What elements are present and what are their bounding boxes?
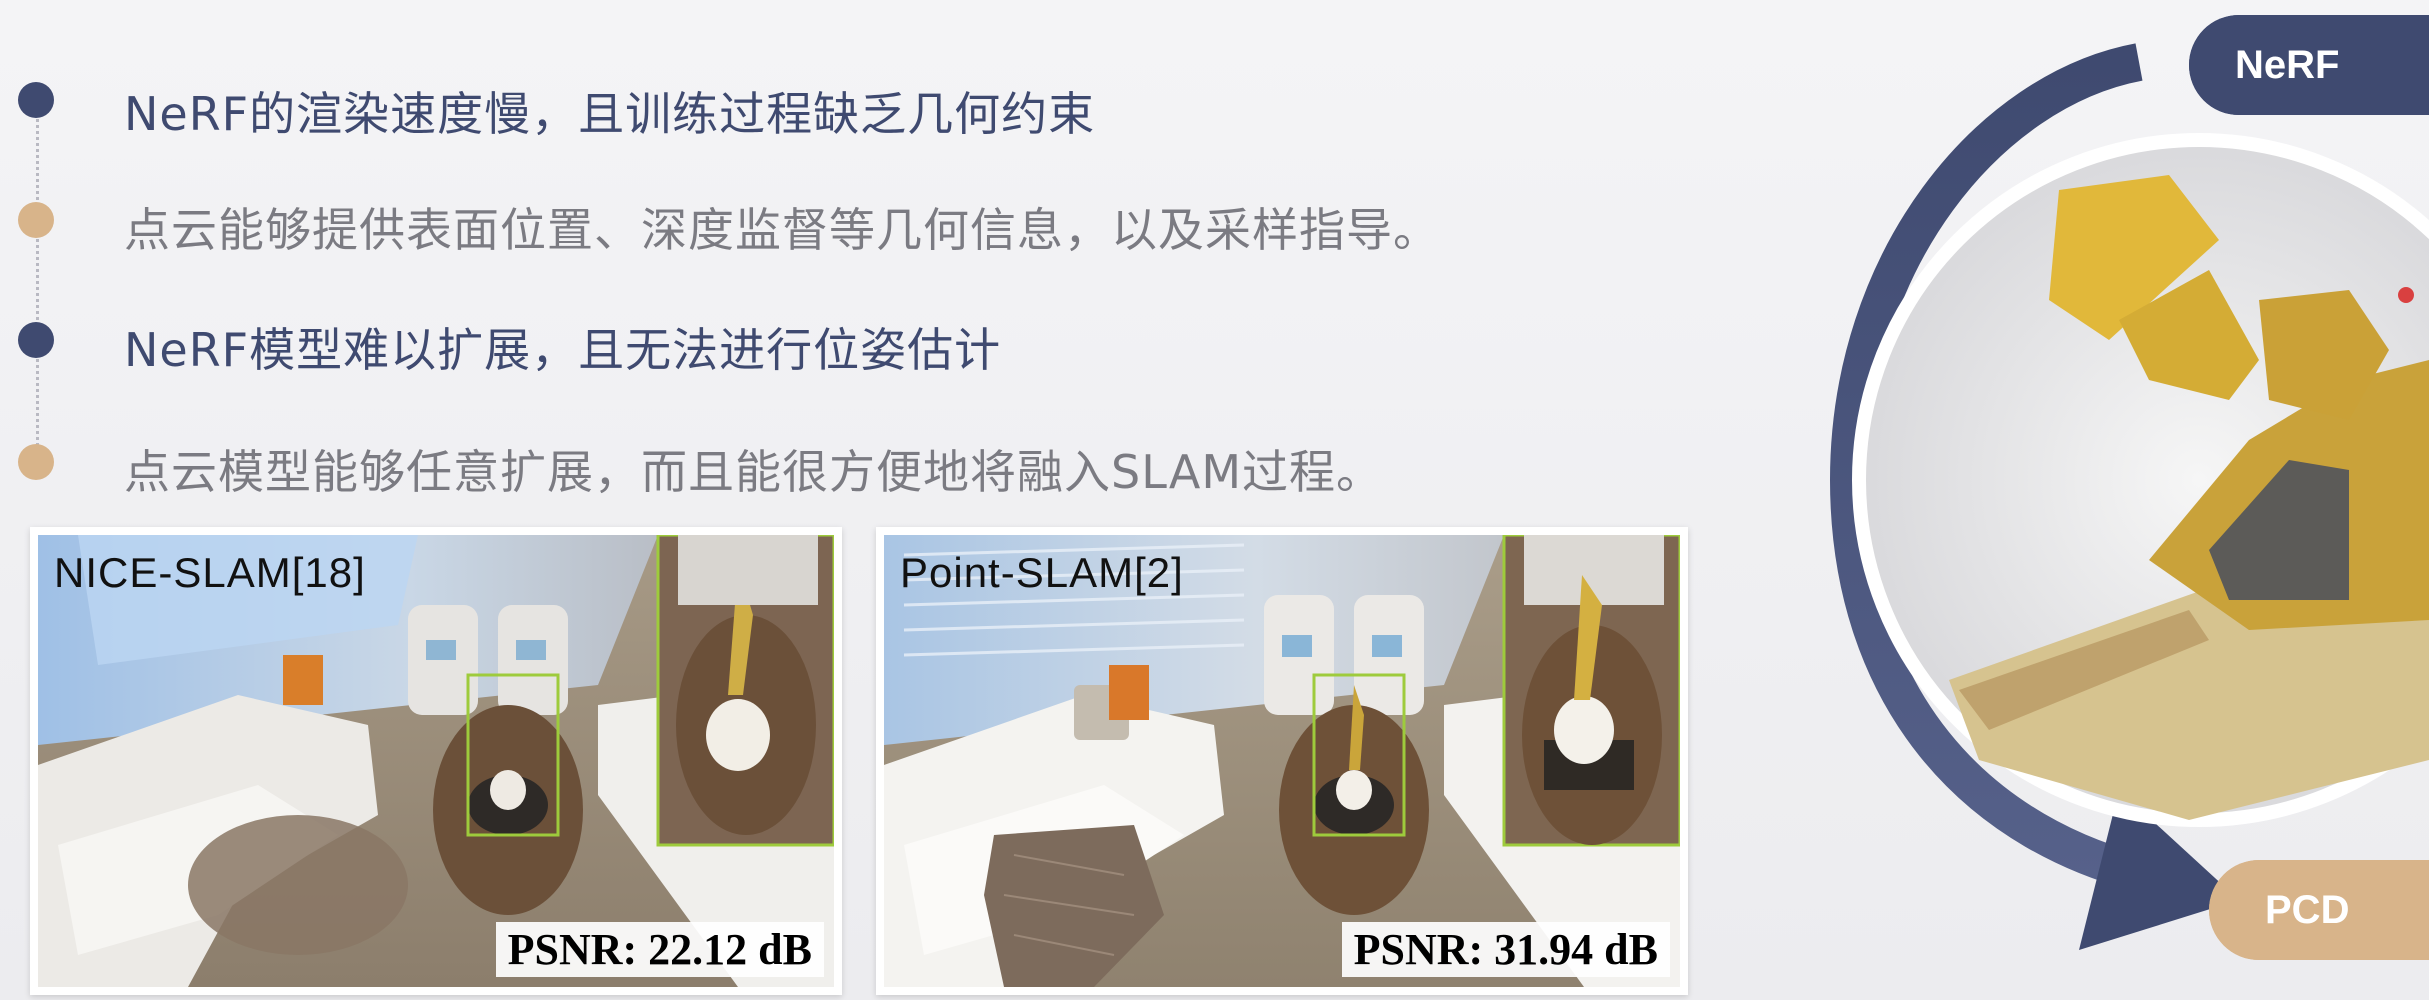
psnr-value: PSNR: 22.12 dB xyxy=(495,922,824,977)
bullet-dot xyxy=(18,202,54,238)
point-slam-render-panel: Point-SLAM[2] PSNR: 31.94 dB xyxy=(876,527,1688,995)
bullet-dot xyxy=(18,444,54,480)
nice-slam-render-panel: NICE-SLAM[18] PSNR: 22.12 dB xyxy=(30,527,842,995)
bullet-text: NeRF的渲染速度慢，且训练过程缺乏几何约束 xyxy=(124,87,1096,141)
bullet-text: 点云模型能够任意扩展，而且能很方便地将融入SLAM过程。 xyxy=(124,445,1384,499)
bullet-list: NeRF的渲染速度慢，且训练过程缺乏几何约束 点云能够提供表面位置、深度监督等几… xyxy=(0,0,1780,520)
bullet-text: NeRF模型难以扩展，且无法进行位姿估计 xyxy=(124,323,1002,377)
method-label: Point-SLAM[2] xyxy=(900,549,1184,596)
living-room-render-image xyxy=(884,535,1680,987)
bullet-text: 点云能够提供表面位置、深度监督等几何信息，以及采样指导。 xyxy=(124,203,1440,257)
nerf-label: NeRF xyxy=(2189,15,2429,115)
living-room-render-image xyxy=(38,535,834,987)
method-label: NICE-SLAM[18] xyxy=(54,549,366,596)
timeline-line xyxy=(36,100,39,460)
nerf-pcd-cycle-diagram xyxy=(1829,15,2429,960)
bullet-dot xyxy=(18,82,54,118)
bullet-dot xyxy=(18,322,54,358)
pcd-label: PCD xyxy=(2209,860,2429,960)
psnr-value: PSNR: 31.94 dB xyxy=(1341,922,1670,977)
